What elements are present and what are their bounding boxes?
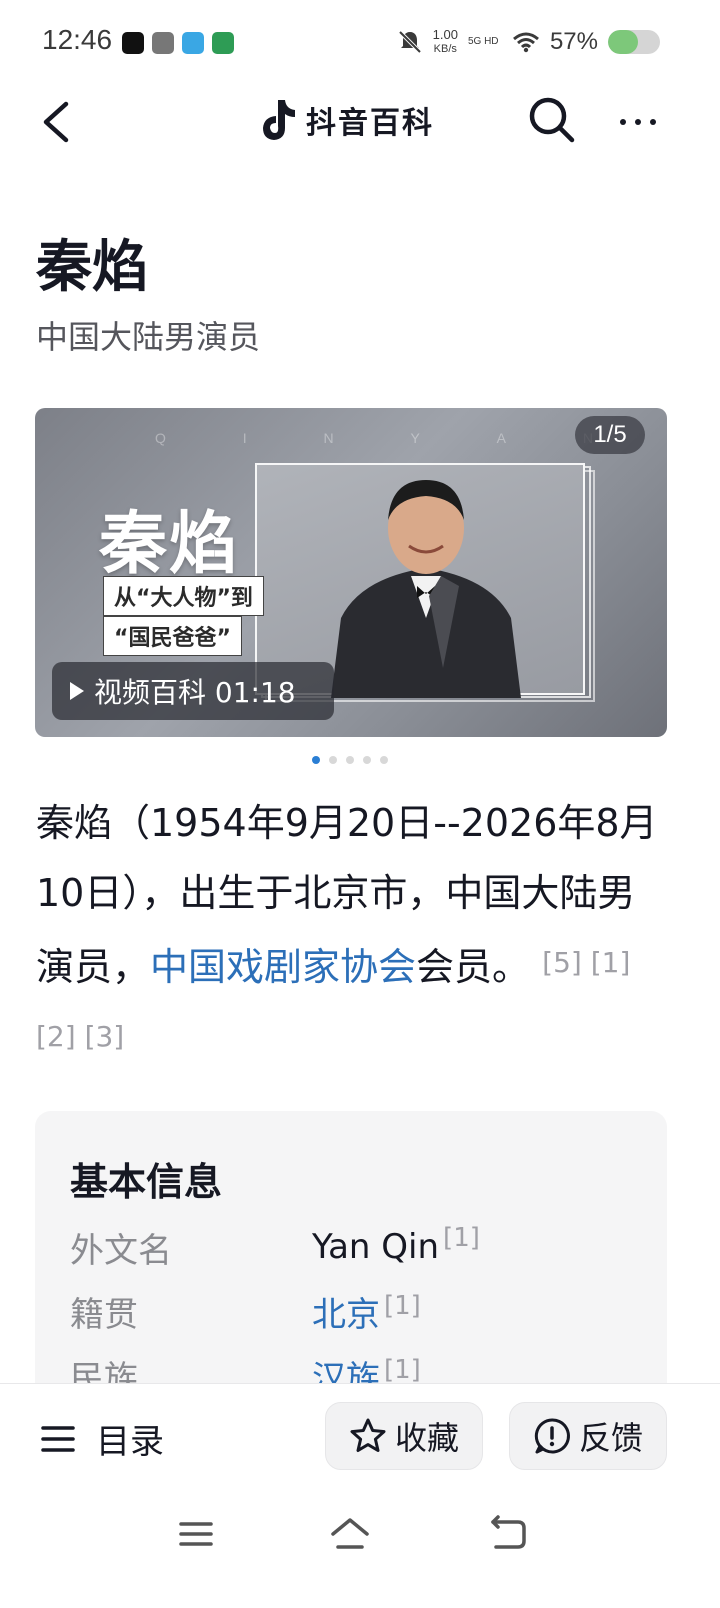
info-value-text: Yan Qin (312, 1227, 440, 1267)
brand-name: 抖音百科 (306, 106, 434, 141)
status-right: 1.00 KB/s 5G HD 57% (397, 28, 660, 56)
star-icon (350, 1418, 386, 1452)
more-button[interactable] (616, 104, 660, 140)
bottom-action-bar: 目录 收藏 反馈 (0, 1383, 720, 1608)
favorite-button[interactable]: 收藏 (325, 1402, 483, 1470)
intro-paragraph: 秦焰（1954年9月20日--2026年8月10日），出生于北京市，中国大陆男演… (36, 788, 666, 1076)
telegram-icon (182, 32, 204, 54)
info-label: 籍贯 (70, 1295, 138, 1335)
video-overlay-name: 秦焰 (99, 504, 240, 584)
info-reference[interactable]: [1] (384, 1355, 421, 1385)
carousel-indicator (312, 756, 388, 764)
info-value-link[interactable]: 北京 (312, 1295, 380, 1335)
video-letter: A (496, 430, 508, 446)
info-label: 外文名 (70, 1231, 172, 1271)
video-letter: Q (155, 430, 168, 446)
video-letter: N (323, 430, 336, 446)
info-row: 籍贯 北京 [1] (70, 1287, 650, 1347)
carousel-dot[interactable] (346, 756, 354, 764)
status-bar: 12:46 1.00 KB/s 5G HD 57% (0, 0, 720, 84)
home-icon[interactable] (330, 1514, 370, 1554)
net-speed-unit: KB/s (433, 43, 457, 55)
video-letter: I (242, 430, 249, 446)
network-type: 5G HD (467, 36, 499, 47)
play-icon (70, 682, 84, 700)
basic-info-title: 基本信息 (70, 1160, 223, 1204)
battery-text: 57% (549, 28, 598, 55)
mute-bell-icon (398, 30, 422, 54)
douyin-icon (122, 32, 144, 54)
info-reference[interactable]: [1] (384, 1291, 421, 1321)
app-icon-green (212, 32, 234, 54)
carousel-counter: 1/5 (575, 416, 645, 454)
basic-info-card: 基本信息 外文名 Yan Qin [1] 籍贯 北京 [1] 民族 汉族 [1] (35, 1111, 667, 1411)
page-title: 秦焰 (36, 235, 148, 300)
video-carousel-card[interactable]: Q I N Y A N 秦焰 从“大人物”到 “国民爸爸” 1/5 视频百科 0… (35, 408, 667, 737)
carousel-dot[interactable] (329, 756, 337, 764)
info-value: Yan Qin [1] (312, 1223, 480, 1267)
carousel-dot[interactable] (363, 756, 371, 764)
system-back-icon[interactable] (488, 1514, 528, 1554)
feedback-icon (534, 1418, 570, 1454)
video-play-button[interactable]: 视频百科 01:18 (52, 662, 334, 720)
video-play-label: 视频百科 01:18 (94, 676, 296, 709)
app-icon (152, 32, 174, 54)
carousel-dot[interactable] (380, 756, 388, 764)
back-button[interactable] (36, 96, 80, 148)
battery-fill (608, 30, 638, 54)
toc-label: 目录 (96, 1422, 164, 1462)
net-speed: 1.00 KB/s (433, 28, 458, 56)
favorite-label: 收藏 (394, 1419, 459, 1457)
menu-list-icon (41, 1425, 75, 1452)
video-letters: Q I N Y A N (155, 430, 595, 446)
more-dot (635, 119, 641, 125)
feedback-label: 反馈 (578, 1419, 643, 1457)
carousel-dot[interactable] (312, 756, 320, 764)
info-row: 外文名 Yan Qin [1] (70, 1223, 650, 1283)
top-header: 抖音百科 (0, 84, 720, 160)
intro-text: 会员。 (416, 945, 531, 989)
portrait-image (331, 480, 521, 698)
toc-button[interactable]: 目录 (40, 1414, 164, 1463)
more-dot (620, 119, 626, 125)
info-reference[interactable]: [1] (443, 1223, 480, 1253)
intro-link[interactable]: 中国戏剧家协会 (150, 945, 416, 989)
status-app-icons (122, 32, 234, 54)
brand-logo: 抖音百科 (258, 98, 434, 142)
video-letter: Y (410, 430, 422, 446)
search-button[interactable] (526, 94, 578, 146)
page-subtitle: 中国大陆男演员 (36, 318, 261, 356)
douyin-logo-icon (263, 100, 295, 140)
net-speed-value: 1.00 (432, 27, 458, 42)
recent-apps-icon[interactable] (176, 1514, 216, 1554)
system-nav-bar (0, 1494, 720, 1564)
info-value[interactable]: 北京 [1] (312, 1287, 421, 1336)
video-overlay-tag: “国民爸爸” (103, 616, 242, 656)
battery-icon (608, 30, 660, 54)
feedback-button[interactable]: 反馈 (509, 1402, 667, 1470)
wifi-icon (512, 32, 539, 53)
status-time: 12:46 (42, 24, 113, 55)
video-overlay-tag: 从“大人物”到 (103, 576, 264, 616)
more-dot (650, 119, 656, 125)
